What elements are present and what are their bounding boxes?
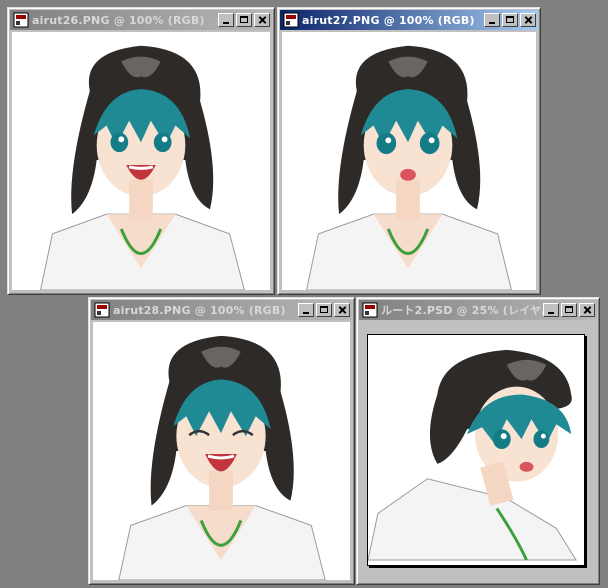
image-canvas[interactable] <box>12 32 270 290</box>
photoshop-document-icon <box>13 12 29 28</box>
character-illustration-turned <box>368 349 577 561</box>
photoshop-document-icon <box>283 12 299 28</box>
document-frame <box>367 334 585 566</box>
document-window-airut28[interactable]: airut28.PNG @ 100% (RGB) <box>88 297 355 585</box>
maximize-icon[interactable] <box>561 303 577 317</box>
maximize-icon[interactable] <box>236 13 252 27</box>
minimize-icon[interactable] <box>218 13 234 27</box>
character-illustration-surprised <box>306 45 512 290</box>
photoshop-document-icon <box>362 302 378 318</box>
minimize-icon[interactable] <box>543 303 559 317</box>
minimize-icon[interactable] <box>484 13 500 27</box>
window-title: airut28.PNG @ 100% (RGB) <box>113 303 286 317</box>
document-window-airut26[interactable]: airut26.PNG @ 100% (RGB) <box>7 7 275 295</box>
close-icon[interactable] <box>254 13 270 27</box>
close-icon[interactable] <box>579 303 595 317</box>
image-canvas[interactable] <box>93 322 350 580</box>
character-illustration-smile <box>40 45 245 290</box>
title-bar[interactable]: airut26.PNG @ 100% (RGB) <box>10 10 272 30</box>
window-title: ルート2.PSD @ 25% (レイヤ... <box>381 304 543 317</box>
maximize-icon[interactable] <box>316 303 332 317</box>
image-canvas[interactable] <box>361 322 595 580</box>
image-canvas[interactable] <box>282 32 536 290</box>
photoshop-document-icon <box>94 302 110 318</box>
close-icon[interactable] <box>334 303 350 317</box>
window-title: airut27.PNG @ 100% (RGB) <box>302 13 475 27</box>
document-window-psd[interactable]: ルート2.PSD @ 25% (レイヤ... <box>356 297 600 585</box>
minimize-icon[interactable] <box>298 303 314 317</box>
title-bar[interactable]: airut27.PNG @ 100% (RGB) <box>280 10 538 30</box>
close-icon[interactable] <box>520 13 536 27</box>
title-bar[interactable]: ルート2.PSD @ 25% (レイヤ... <box>359 300 597 320</box>
window-title: airut26.PNG @ 100% (RGB) <box>32 13 205 27</box>
maximize-icon[interactable] <box>502 13 518 27</box>
document-window-airut27[interactable]: airut27.PNG @ 100% (RGB) <box>277 7 541 295</box>
title-bar[interactable]: airut28.PNG @ 100% (RGB) <box>91 300 352 320</box>
character-illustration-laugh <box>118 335 326 580</box>
